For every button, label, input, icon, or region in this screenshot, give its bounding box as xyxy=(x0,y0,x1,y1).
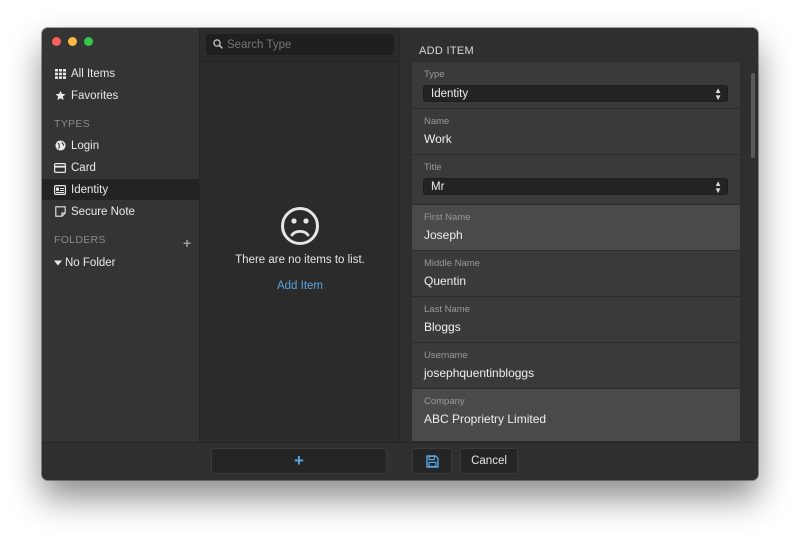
empty-state: There are no items to list. Add Item xyxy=(200,206,400,294)
sidebar-item-label: Identity xyxy=(71,183,109,196)
field-label: Middle Name xyxy=(424,258,480,269)
close-window-button[interactable] xyxy=(52,37,61,46)
add-item-pane: ADD ITEM Type Identity ▲ ▼ Name Work Titl… xyxy=(399,28,758,442)
name-field[interactable]: Name Work xyxy=(412,109,740,155)
folders-heading: FOLDERS xyxy=(54,234,106,246)
select-arrows-icon: ▲ ▼ xyxy=(714,86,722,102)
add-item-link[interactable]: Add Item xyxy=(277,280,323,292)
company-value[interactable]: ABC Proprietry Limited xyxy=(424,412,546,426)
types-heading: TYPES xyxy=(54,118,90,130)
username-value[interactable]: josephquentinbloggs xyxy=(424,366,534,380)
sidebar-item-card[interactable]: Card xyxy=(42,157,199,178)
first-name-value[interactable]: Joseph xyxy=(424,228,463,242)
caret-down-icon xyxy=(54,257,62,269)
sidebar-item-login[interactable]: Login xyxy=(42,135,199,156)
sidebar-item-all-items[interactable]: All Items xyxy=(42,63,199,84)
form-scrollbar[interactable] xyxy=(751,73,755,158)
divider xyxy=(200,61,400,62)
title-select[interactable]: Mr ▲ ▼ xyxy=(423,178,728,195)
add-item-form: Type Identity ▲ ▼ Name Work Title Mr ▲ ▼ F… xyxy=(412,62,740,442)
field-label: Username xyxy=(424,350,468,361)
form-title: ADD ITEM xyxy=(419,45,474,57)
star-icon xyxy=(54,90,66,102)
middle-name-field[interactable]: Middle Name Quentin xyxy=(412,251,740,297)
field-label: Last Name xyxy=(424,304,470,315)
window-controls xyxy=(52,37,93,46)
bottom-toolbar xyxy=(42,442,758,480)
minimize-window-button[interactable] xyxy=(68,37,77,46)
search-icon xyxy=(213,36,223,54)
title-field: Title Mr ▲ ▼ xyxy=(412,155,740,205)
sidebar-item-identity[interactable]: Identity xyxy=(42,179,199,200)
save-button[interactable] xyxy=(412,448,452,474)
app-window: All Items Favorites TYPES Login Card Ide… xyxy=(42,28,758,480)
sidebar-item-label: Favorites xyxy=(71,89,119,102)
type-select[interactable]: Identity ▲ ▼ xyxy=(423,85,728,102)
middle-name-value[interactable]: Quentin xyxy=(424,274,466,288)
grid-icon xyxy=(54,68,66,80)
sidebar-item-label: No Folder xyxy=(65,256,116,269)
sidebar: All Items Favorites TYPES Login Card Ide… xyxy=(42,28,199,480)
id-card-icon xyxy=(54,184,66,196)
field-label: Company xyxy=(424,396,465,407)
sidebar-item-label: Login xyxy=(71,139,100,152)
select-arrows-icon: ▲ ▼ xyxy=(714,179,722,195)
search-input[interactable] xyxy=(227,38,387,51)
items-list-pane: There are no items to list. Add Item xyxy=(199,28,400,480)
globe-icon xyxy=(54,140,66,152)
field-label: First Name xyxy=(424,212,471,223)
save-icon xyxy=(425,454,439,468)
type-field: Type Identity ▲ ▼ xyxy=(412,62,740,109)
zoom-window-button[interactable] xyxy=(84,37,93,46)
empty-message: There are no items to list. xyxy=(235,254,365,266)
sidebar-item-label: Card xyxy=(71,161,96,174)
field-label: Type xyxy=(424,69,445,80)
company-field[interactable]: Company ABC Proprietry Limited xyxy=(412,389,740,442)
sad-face-icon xyxy=(281,207,319,245)
field-label: Name xyxy=(424,116,450,127)
sidebar-item-label: All Items xyxy=(71,67,116,80)
cancel-button[interactable]: Cancel xyxy=(460,448,518,474)
search-box[interactable] xyxy=(206,34,394,55)
last-name-field[interactable]: Last Name Bloggs xyxy=(412,297,740,343)
add-item-button[interactable]: + xyxy=(211,448,387,474)
add-folder-button[interactable]: + xyxy=(183,236,191,250)
username-field[interactable]: Username josephquentinbloggs xyxy=(412,343,740,389)
sidebar-item-no-folder[interactable]: No Folder xyxy=(42,252,199,273)
credit-card-icon xyxy=(54,162,66,174)
sidebar-item-label: Secure Note xyxy=(71,205,135,218)
sidebar-item-secure-note[interactable]: Secure Note xyxy=(42,201,199,222)
name-value[interactable]: Work xyxy=(424,132,452,146)
last-name-value[interactable]: Bloggs xyxy=(424,320,461,334)
field-label: Title xyxy=(424,162,442,173)
sidebar-item-favorites[interactable]: Favorites xyxy=(42,85,199,106)
first-name-field[interactable]: First Name Joseph xyxy=(412,205,740,251)
note-icon xyxy=(54,206,66,218)
